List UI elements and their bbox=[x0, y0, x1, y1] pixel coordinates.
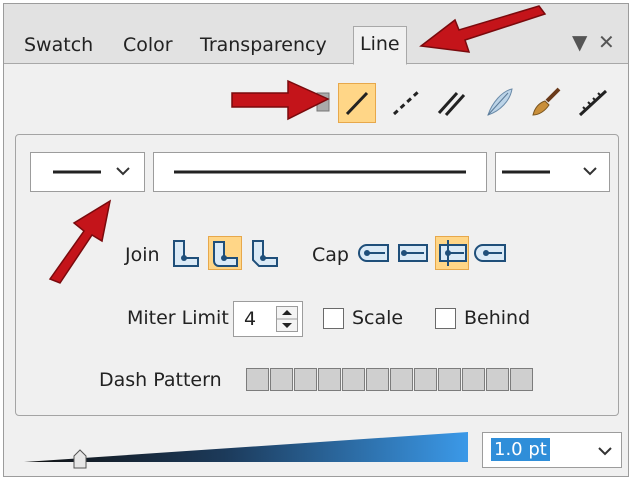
dashed-line-icon bbox=[392, 90, 420, 116]
miter-limit-value[interactable]: 4 bbox=[244, 308, 256, 330]
projecting-cap-icon bbox=[474, 244, 506, 262]
butt-cap-button[interactable] bbox=[357, 236, 391, 270]
double-line-icon bbox=[437, 91, 466, 117]
annotation-arrow-toolbar bbox=[231, 79, 330, 121]
butt-cap-icon bbox=[358, 244, 389, 262]
dash-pattern-cell[interactable] bbox=[270, 368, 293, 391]
line-preview-stroke bbox=[174, 170, 466, 174]
behind-label: Behind bbox=[464, 307, 531, 329]
bevel-join-button[interactable] bbox=[248, 236, 282, 270]
square-cap-icon bbox=[439, 240, 467, 266]
projecting-cap-button[interactable] bbox=[474, 236, 508, 270]
feather-button[interactable] bbox=[480, 83, 518, 123]
ruler-icon bbox=[578, 89, 608, 117]
end-line-dropdown[interactable] bbox=[495, 152, 610, 192]
miter-join-icon bbox=[173, 240, 199, 267]
stepper-arrows-icon[interactable] bbox=[276, 306, 298, 332]
dash-pattern-cell[interactable] bbox=[486, 368, 509, 391]
tab-transparency[interactable]: Transparency bbox=[200, 28, 327, 63]
ruler-button[interactable] bbox=[574, 83, 612, 123]
dash-pattern-cell[interactable] bbox=[414, 368, 437, 391]
scale-label: Scale bbox=[352, 307, 404, 329]
dash-pattern-cell[interactable] bbox=[294, 368, 317, 391]
dash-pattern-cell[interactable] bbox=[318, 368, 341, 391]
slider-thumb[interactable] bbox=[73, 449, 87, 469]
dash-pattern-cell[interactable] bbox=[246, 368, 269, 391]
tab-color[interactable]: Color bbox=[123, 28, 173, 63]
annotation-arrow-tab bbox=[419, 5, 547, 53]
round-cap-icon bbox=[398, 244, 428, 262]
miter-limit-label: Miter Limit bbox=[127, 307, 229, 329]
dash-pattern-cell[interactable] bbox=[510, 368, 533, 391]
join-label: Join bbox=[125, 244, 160, 266]
double-line-button[interactable] bbox=[433, 83, 471, 123]
square-cap-button[interactable] bbox=[435, 236, 469, 270]
brush-icon bbox=[532, 87, 561, 116]
line-preview[interactable] bbox=[153, 152, 487, 192]
dashed-line-button[interactable] bbox=[388, 83, 426, 123]
dash-pattern-cell[interactable] bbox=[366, 368, 389, 391]
scale-checkbox[interactable] bbox=[323, 308, 344, 329]
tab-swatch[interactable]: Swatch bbox=[24, 28, 93, 63]
dash-pattern-cell[interactable] bbox=[390, 368, 413, 391]
start-line-dropdown[interactable] bbox=[30, 152, 145, 192]
cap-label: Cap bbox=[312, 244, 349, 266]
solid-line-button[interactable] bbox=[338, 83, 376, 123]
start-line-preview bbox=[53, 167, 130, 176]
round-cap-button[interactable] bbox=[396, 236, 430, 270]
dash-pattern-cell[interactable] bbox=[342, 368, 365, 391]
miter-join-button[interactable] bbox=[169, 236, 203, 270]
dash-pattern-cell[interactable] bbox=[462, 368, 485, 391]
panel-menu-icon[interactable]: ▼ bbox=[572, 30, 587, 54]
tab-line[interactable]: Line bbox=[353, 26, 407, 65]
stroke-width-dropdown[interactable]: 1.0 pt bbox=[482, 432, 622, 468]
annotation-arrow-dropdown bbox=[48, 199, 112, 284]
solid-line-icon bbox=[345, 91, 369, 116]
round-join-button[interactable] bbox=[208, 236, 242, 270]
round-join-icon bbox=[213, 241, 238, 267]
feather-icon bbox=[487, 88, 513, 116]
end-line-preview bbox=[502, 167, 597, 176]
behind-checkbox[interactable] bbox=[435, 308, 456, 329]
stroke-width-slider[interactable] bbox=[22, 430, 470, 470]
chevron-down-icon bbox=[598, 447, 612, 456]
brush-button[interactable] bbox=[527, 83, 565, 123]
close-icon[interactable]: ✕ bbox=[598, 30, 615, 54]
dash-pattern-cell[interactable] bbox=[438, 368, 461, 391]
stroke-width-value[interactable]: 1.0 pt bbox=[491, 438, 550, 461]
bevel-join-icon bbox=[252, 240, 278, 267]
miter-limit-stepper[interactable]: 4 bbox=[233, 301, 303, 337]
dash-pattern-label: Dash Pattern bbox=[99, 369, 222, 391]
